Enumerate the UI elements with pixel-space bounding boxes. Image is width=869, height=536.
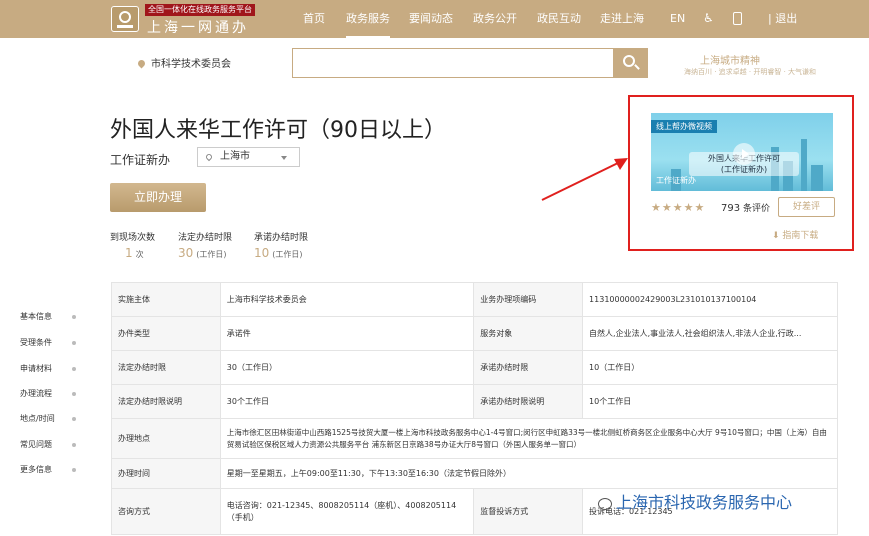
nav-public[interactable]: 政务公开	[473, 0, 517, 38]
apply-now-button[interactable]: 立即办理	[110, 183, 206, 212]
top-header: 全国一体化在线政务服务平台 上海一网通办 首页 政务服务 要闻动态 政务公开 政…	[0, 0, 869, 38]
accessibility-icon[interactable]: ♿	[703, 11, 714, 25]
sidebar-item-location-time[interactable]: 地点/时间	[20, 413, 90, 424]
red-arrow-annotation	[541, 158, 628, 201]
table-row: 办理时间 星期一至星期五，上午09:00至11:30，下午13:30至16:30（…	[111, 458, 839, 489]
city-select[interactable]: 上海市	[197, 147, 300, 167]
guide-download-link[interactable]: ⬇ 指南下载	[772, 228, 818, 241]
logo-icon[interactable]	[111, 6, 139, 32]
rating-stars: ★★★★★	[651, 201, 706, 214]
service-subtitle: 工作证新办	[110, 153, 171, 167]
chevron-down-icon	[281, 156, 287, 160]
sidebar-item-materials[interactable]: 申请材料	[20, 363, 90, 374]
sidebar-item-more[interactable]: 更多信息	[20, 464, 90, 475]
table-row: 办件类型 承诺件 服务对象 自然人,企业法人,事业法人,社会组织法人,非法人企业,行政…	[111, 316, 838, 351]
play-icon[interactable]	[733, 143, 755, 165]
rating-count: 793 条评价	[721, 203, 770, 214]
language-switch[interactable]: EN	[670, 0, 685, 38]
video-thumbnail[interactable]: 线上帮办微视频 外国人来华工作许可(工作证新办) 工作证新办	[651, 113, 833, 191]
watermark: 上海市科技政务服务中心	[598, 489, 792, 513]
location-label: 市科学技术委员会	[151, 59, 231, 70]
stat-promised-limit-label: 承诺办结时限	[254, 233, 309, 243]
table-row: 实施主体 上海市科学技术委员会 业务办理项编码 11310000002429003L2…	[111, 282, 838, 317]
city-spirit-title: 上海城市精神	[700, 56, 760, 67]
location-pin-icon	[136, 58, 147, 69]
location-pin-icon	[204, 152, 214, 162]
nav-home[interactable]: 首页	[303, 0, 325, 38]
search-button[interactable]	[613, 48, 648, 78]
video-caption: 工作证新办	[656, 176, 696, 185]
table-row: 法定办结时限说明 30个工作日 承诺办结时限说明 10个工作日	[111, 384, 838, 419]
city-spirit-subtitle: 海纳百川 · 追求卓越 · 开明睿智 · 大气谦和	[684, 68, 817, 76]
page-title: 外国人来华工作许可（90日以上）	[110, 118, 446, 143]
city-value: 上海市	[220, 151, 250, 162]
logout-label: 退出	[775, 12, 798, 25]
sidebar-item-conditions[interactable]: 受理条件	[20, 337, 90, 348]
stat-legal-limit-label: 法定办结时限	[178, 233, 233, 243]
table-row: 办理地点 上海市徐汇区田林街道中山西路1525号技贸大厦一楼上海市科技政务服务中心…	[111, 418, 839, 459]
location-selector[interactable]: 市科学技术委员会	[136, 55, 231, 70]
stat-promised-limit-value: 10 (工作日)	[254, 246, 303, 260]
sidebar-item-process[interactable]: 办理流程	[20, 388, 90, 399]
table-row: 法定办结时限 30（工作日） 承诺办结时限 10（工作日）	[111, 350, 838, 385]
logout-link[interactable]: | 退出	[768, 0, 797, 38]
sidebar-item-basic-info[interactable]: 基本信息	[20, 311, 90, 322]
nav-interaction[interactable]: 政民互动	[537, 0, 581, 38]
sidebar-item-faq[interactable]: 常见问题	[20, 439, 90, 450]
search-input[interactable]	[292, 48, 614, 78]
stat-legal-limit-value: 30 (工作日)	[178, 246, 227, 260]
video-tag: 线上帮办微视频	[651, 120, 717, 133]
nav-services[interactable]: 政务服务	[346, 0, 390, 38]
nav-shanghai[interactable]: 走进上海	[600, 0, 644, 38]
stat-visits-label: 到现场次数	[110, 233, 156, 243]
logo-subtitle: 全国一体化在线政务服务平台	[145, 4, 255, 16]
stat-visits-value: 1次	[125, 246, 144, 260]
feedback-button[interactable]: 好差评	[778, 197, 835, 217]
wechat-icon	[598, 497, 612, 510]
logo-title[interactable]: 上海一网通办	[147, 17, 249, 37]
download-icon: ⬇	[772, 231, 783, 241]
nav-news[interactable]: 要闻动态	[409, 0, 453, 38]
mobile-icon[interactable]	[733, 12, 742, 25]
